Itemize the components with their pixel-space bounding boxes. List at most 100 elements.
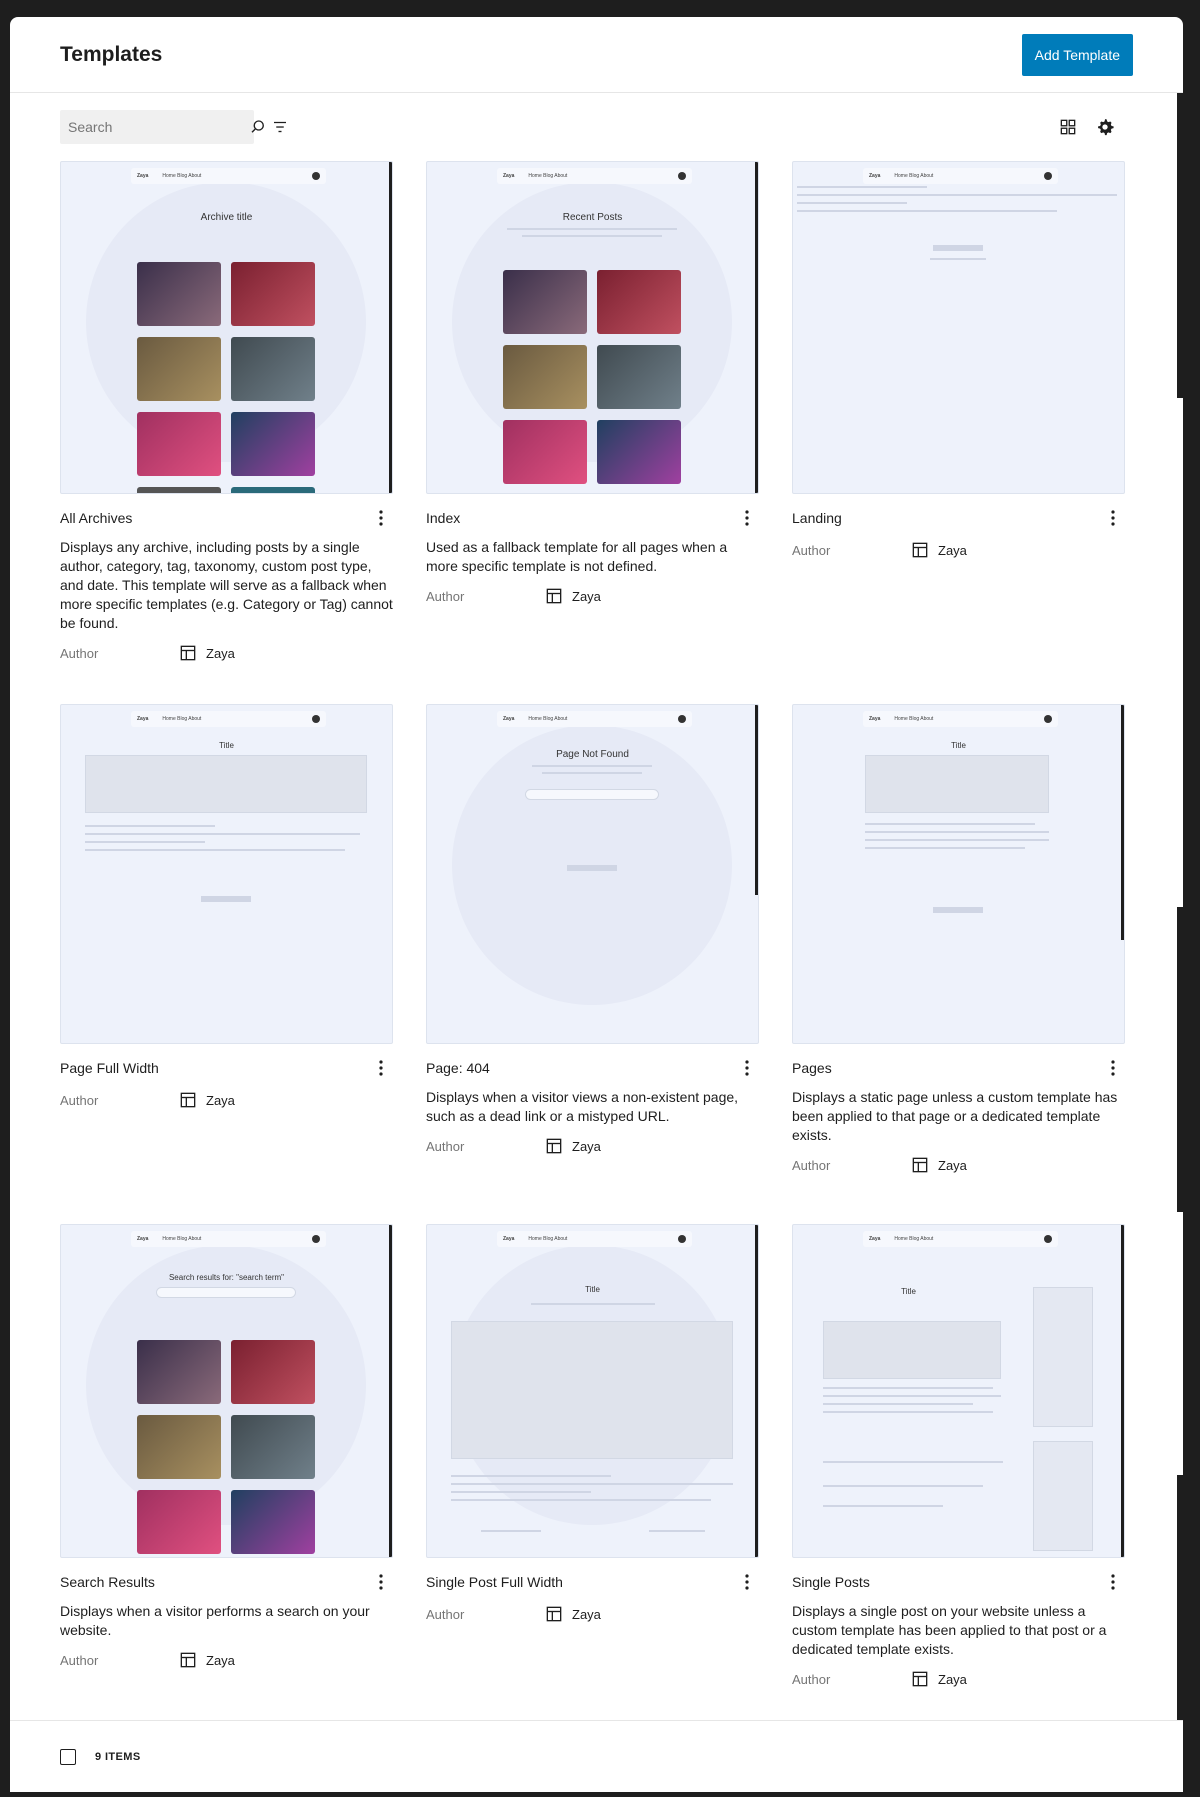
template-card-single-posts[interactable]: Zaya Home Blog About Title Single Posts D… [792, 1224, 1125, 1689]
author-label: Author [60, 1092, 99, 1108]
preview-thumb [137, 337, 221, 401]
scrollbar-thumb[interactable] [1177, 93, 1183, 398]
more-actions-icon[interactable] [369, 1056, 393, 1080]
template-card-landing[interactable]: Zaya Home Blog About Landing Author Zaya [792, 161, 1125, 704]
preview-brand: Zaya [137, 1236, 149, 1242]
preview-links: Home Blog About [528, 716, 568, 722]
search-input[interactable] [68, 119, 249, 135]
preview-text-line [865, 831, 1049, 833]
template-preview[interactable]: Zaya Home Blog About Title [60, 704, 393, 1044]
footer: 9 ITEMS [10, 1720, 1183, 1792]
preview-text-line [451, 1475, 611, 1477]
search-icon[interactable] [249, 115, 267, 139]
preview-search [156, 1287, 296, 1298]
more-actions-icon[interactable] [369, 1570, 393, 1594]
more-actions-icon[interactable] [735, 1056, 759, 1080]
scrollbar-thumb[interactable] [1177, 907, 1183, 1212]
template-preview[interactable]: Zaya Home Blog About Recent Posts [426, 161, 759, 494]
more-actions-icon[interactable] [1101, 1570, 1125, 1594]
preview-search [525, 789, 659, 800]
template-card-index[interactable]: Zaya Home Blog About Recent Posts Index U… [426, 161, 759, 704]
more-actions-icon[interactable] [1101, 1056, 1125, 1080]
preview-text-line [797, 202, 907, 204]
preview-edge [755, 705, 758, 895]
author-name: Zaya [206, 1092, 235, 1108]
preview-brand: Zaya [503, 716, 515, 722]
preview-nav-dot [312, 172, 320, 180]
preview-links: Home Blog About [162, 1236, 202, 1242]
preview-text-line [797, 210, 1057, 212]
preview-nav-dot [1044, 172, 1052, 180]
template-preview[interactable]: Zaya Home Blog About Search results for: … [60, 1224, 393, 1558]
preview-text-line [451, 1499, 711, 1501]
preview-nav: Zaya Home Blog About [863, 1231, 1058, 1247]
template-meta: Author Zaya [426, 586, 759, 606]
preview-thumb [137, 1415, 221, 1479]
template-card-search-results[interactable]: Zaya Home Blog About Search results for: … [60, 1224, 393, 1689]
author-name: Zaya [206, 645, 235, 661]
template-title[interactable]: Page: 404 [426, 1060, 490, 1076]
more-actions-icon[interactable] [735, 1570, 759, 1594]
preview-nav: Zaya Home Blog About [863, 711, 1058, 727]
preview-text-line [85, 849, 345, 851]
template-preview[interactable]: Zaya Home Blog About Archive title [60, 161, 393, 494]
preview-text-line [823, 1395, 1001, 1397]
preview-social-icons [933, 245, 983, 251]
card-header: Index [426, 506, 759, 530]
template-title[interactable]: Index [426, 510, 460, 526]
author: Zaya [178, 643, 235, 663]
scrollbar-thumb[interactable] [1177, 1475, 1183, 1720]
preview-social-icons [933, 907, 983, 913]
template-title[interactable]: Single Post Full Width [426, 1574, 563, 1590]
author-label: Author [792, 542, 831, 558]
template-preview[interactable]: Zaya Home Blog About Title [426, 1224, 759, 1558]
template-title[interactable]: Page Full Width [60, 1060, 159, 1076]
template-title[interactable]: Search Results [60, 1574, 155, 1590]
add-template-button[interactable]: Add Template [1021, 33, 1133, 76]
template-meta: Author Zaya [792, 1669, 1125, 1689]
search-box[interactable] [60, 110, 264, 144]
template-preview[interactable]: Zaya Home Blog About [792, 161, 1125, 494]
template-title[interactable]: Single Posts [792, 1574, 870, 1590]
preview-thumb [231, 262, 315, 326]
template-meta: Author Zaya [792, 540, 1125, 560]
more-actions-icon[interactable] [735, 506, 759, 530]
template-card-single-post-full-width[interactable]: Zaya Home Blog About Title Single Post Fu… [426, 1224, 759, 1689]
preview-thumb [137, 262, 221, 326]
template-card-pages[interactable]: Zaya Home Blog About Title Pages Displays… [792, 704, 1125, 1224]
preview-title: Title [951, 741, 966, 750]
template-title[interactable]: All Archives [60, 510, 132, 526]
template-description: Displays a single post on your website u… [792, 1603, 1107, 1657]
preview-edge [1121, 705, 1124, 940]
more-actions-icon[interactable] [1101, 506, 1125, 530]
preview-text-line [797, 186, 927, 188]
layout-icon [912, 1671, 928, 1687]
preview-nav-dot [312, 715, 320, 723]
preview-title: Recent Posts [562, 212, 623, 223]
layout-icon [912, 1157, 928, 1173]
select-all-checkbox[interactable] [60, 1748, 76, 1765]
preview-image-placeholder [85, 755, 367, 813]
more-actions-icon[interactable] [369, 506, 393, 530]
grid-view-icon[interactable] [1056, 115, 1080, 139]
gear-icon[interactable] [1093, 115, 1117, 139]
template-title[interactable]: Pages [792, 1060, 832, 1076]
template-card-page-full-width[interactable]: Zaya Home Blog About Title Page Full Widt… [60, 704, 393, 1224]
filter-icon[interactable] [268, 115, 292, 139]
preview-title: Title [901, 1287, 916, 1296]
template-meta: Author Zaya [60, 643, 393, 663]
preview-nav-dot [678, 172, 686, 180]
template-title[interactable]: Landing [792, 510, 842, 526]
preview-brand: Zaya [869, 716, 881, 722]
preview-thumb [231, 487, 315, 493]
preview-links: Home Blog About [162, 173, 202, 179]
author-name: Zaya [572, 588, 601, 604]
preview-edge [389, 1225, 392, 1557]
preview-thumb [503, 345, 587, 409]
layout-icon [546, 1138, 562, 1154]
template-card-page-404[interactable]: Zaya Home Blog About Page Not Found Page:… [426, 704, 759, 1224]
template-preview[interactable]: Zaya Home Blog About Page Not Found [426, 704, 759, 1044]
template-card-all-archives[interactable]: Zaya Home Blog About Archive title All Ar… [60, 161, 393, 704]
template-preview[interactable]: Zaya Home Blog About Title [792, 704, 1125, 1044]
template-preview[interactable]: Zaya Home Blog About Title [792, 1224, 1125, 1558]
